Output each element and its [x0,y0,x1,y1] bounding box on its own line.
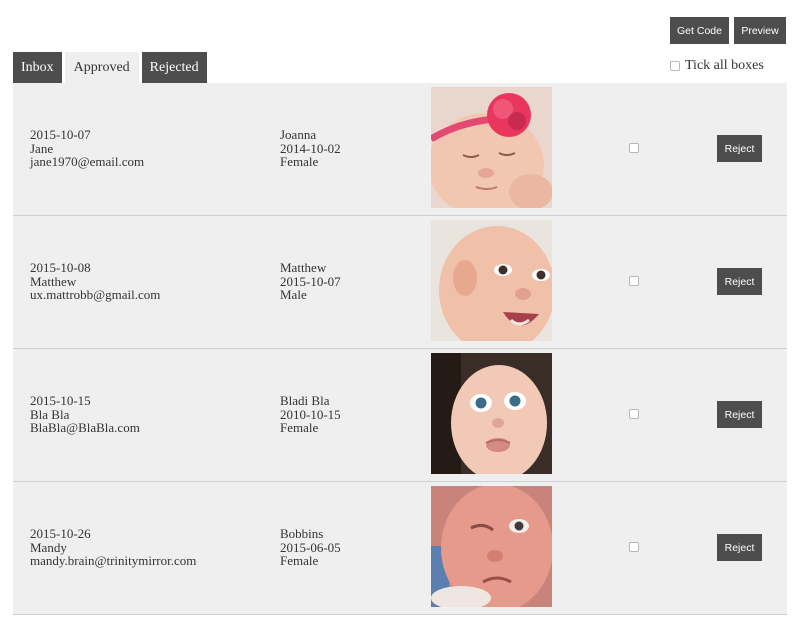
baby-birth-date: 2010-10-15 [280,406,341,422]
reject-button[interactable]: Reject [717,268,762,295]
tick-all-control[interactable]: Tick all boxes [670,58,764,74]
baby-photo-image [431,486,552,607]
submission-date: 2015-10-08 [30,260,91,275]
baby-birth-date: 2015-06-05 [280,539,341,555]
submission-row: 2015-10-15 Bla Bla BlaBla@BlaBla.com Bla… [13,349,787,482]
preview-button[interactable]: Preview [734,17,786,44]
tab-bar: Inbox Approved Rejected [13,52,207,83]
baby-name: Joanna [280,127,317,142]
parent-email: mandy.brain@trinitymirror.com [30,553,197,568]
baby-photo [431,220,552,341]
baby-birth-date: 2015-10-07 [280,273,341,289]
baby-gender: Female [280,154,319,169]
baby-photo [431,353,552,474]
baby-birth-date: 2014-10-02 [280,140,341,156]
baby-photo [431,486,552,607]
row-checkbox[interactable] [629,276,639,286]
row-checkbox[interactable] [629,542,639,552]
parent-name: Bla Bla [30,406,70,422]
row-checkbox[interactable] [629,409,639,419]
submitter-info: 2015-10-07 Jane jane1970@email.com [30,128,144,169]
tick-all-label: Tick all boxes [685,58,764,73]
parent-name: Matthew [30,273,77,289]
baby-name: Bladi Bla [280,393,330,408]
tick-all-checkbox[interactable] [670,61,680,71]
submission-row: 2015-10-26 Mandy mandy.brain@trinitymirr… [13,482,787,615]
submission-date: 2015-10-07 [30,127,91,142]
baby-photo-image [431,87,552,208]
baby-info: Bobbins 2015-06-05 Female [280,527,341,568]
submission-list: 2015-10-07 Jane jane1970@email.com Joann… [13,83,787,615]
baby-gender: Female [280,553,319,568]
baby-info: Joanna 2014-10-02 Female [280,128,341,169]
tab-inbox[interactable]: Inbox [13,52,62,83]
parent-name: Jane [30,140,54,156]
submission-date: 2015-10-26 [30,526,91,541]
tab-rejected[interactable]: Rejected [141,52,207,83]
reject-button[interactable]: Reject [717,135,762,162]
get-code-button[interactable]: Get Code [670,17,729,44]
row-checkbox[interactable] [629,143,639,153]
baby-photo [431,87,552,208]
parent-email: ux.mattrobb@gmail.com [30,287,161,302]
submitter-info: 2015-10-15 Bla Bla BlaBla@BlaBla.com [30,394,140,435]
baby-gender: Male [280,287,307,302]
baby-info: Bladi Bla 2010-10-15 Female [280,394,341,435]
baby-gender: Female [280,420,319,435]
submitter-info: 2015-10-26 Mandy mandy.brain@trinitymirr… [30,527,196,568]
baby-photo-image [431,220,552,341]
parent-name: Mandy [30,539,67,555]
parent-email: jane1970@email.com [30,154,145,169]
tab-approved[interactable]: Approved [64,52,139,83]
baby-name: Bobbins [280,526,324,541]
reject-button[interactable]: Reject [717,534,762,561]
parent-email: BlaBla@BlaBla.com [30,420,140,435]
submission-row: 2015-10-08 Matthew ux.mattrobb@gmail.com… [13,216,787,349]
baby-photo-image [431,353,552,474]
baby-name: Matthew [280,260,327,275]
submission-row: 2015-10-07 Jane jane1970@email.com Joann… [13,83,787,216]
reject-button[interactable]: Reject [717,401,762,428]
baby-info: Matthew 2015-10-07 Male [280,261,341,302]
submission-date: 2015-10-15 [30,393,91,408]
submitter-info: 2015-10-08 Matthew ux.mattrobb@gmail.com [30,261,160,302]
